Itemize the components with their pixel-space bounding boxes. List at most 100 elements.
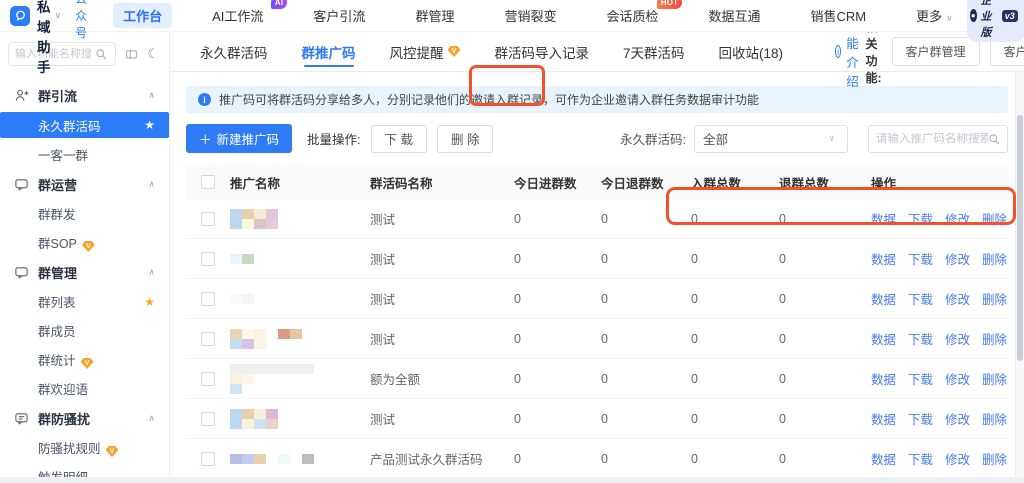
- action-link-下载[interactable]: 下载: [908, 449, 933, 468]
- sidebar-search-input[interactable]: [15, 48, 91, 60]
- sidebar-item[interactable]: 群群发: [0, 199, 169, 228]
- collapse-panel-icon[interactable]: [125, 48, 138, 61]
- action-link-删除[interactable]: 删除: [982, 249, 1007, 268]
- action-link-数据[interactable]: 数据: [871, 329, 896, 348]
- sidebar-item[interactable]: 永久群活码★: [0, 112, 169, 138]
- action-link-删除[interactable]: 删除: [982, 329, 1007, 348]
- promo-search-box[interactable]: [868, 125, 1008, 153]
- row-checkbox[interactable]: [201, 332, 215, 346]
- action-link-数据[interactable]: 数据: [871, 209, 896, 228]
- favorite-star-icon[interactable]: ★: [144, 118, 155, 132]
- nav-item[interactable]: 更多∨: [906, 3, 967, 28]
- nav-item[interactable]: 会话质检HOT: [596, 3, 668, 28]
- nav-item-label: 数据互通: [708, 9, 760, 24]
- action-link-下载[interactable]: 下载: [908, 329, 933, 348]
- table-header: 推广名称 群活码名称 今日进群数 今日退群数 入群总数 退群总数 操作: [186, 165, 1008, 199]
- row-checkbox[interactable]: [201, 452, 215, 466]
- favorite-star-icon[interactable]: ★: [144, 295, 155, 309]
- livecode-filter-select[interactable]: 全部 ∨: [694, 125, 848, 153]
- sidebar-item[interactable]: 群成员: [0, 316, 169, 345]
- nav-item-label: 销售CRM: [811, 9, 867, 24]
- action-link-修改[interactable]: 修改: [945, 289, 970, 308]
- vertical-scrollbar-thumb[interactable]: [1017, 115, 1023, 361]
- action-link-删除[interactable]: 删除: [982, 289, 1007, 308]
- sidebar-search[interactable]: [8, 42, 116, 66]
- nav-item[interactable]: 数据互通: [698, 3, 770, 28]
- nav-item[interactable]: 销售CRM: [801, 3, 877, 28]
- action-link-修改[interactable]: 修改: [945, 209, 970, 228]
- mosaic-block: [278, 329, 290, 339]
- action-link-修改[interactable]: 修改: [945, 249, 970, 268]
- nav-item[interactable]: 营销裂变: [494, 3, 566, 28]
- row-checkbox[interactable]: [201, 212, 215, 226]
- tab-label: 7天群活码: [623, 42, 685, 62]
- delete-button[interactable]: 删 除: [437, 125, 493, 153]
- action-link-下载[interactable]: 下载: [908, 369, 933, 388]
- sidebar-section-header[interactable]: 群运营∧: [0, 169, 169, 199]
- nav-item-label: 工作台: [123, 9, 162, 24]
- app-window: 芝麻私域助手 ∨ 公众号 工作台AI工作流AI客户引流群管理营销裂变会话质检HO…: [0, 0, 1024, 483]
- action-link-数据[interactable]: 数据: [871, 289, 896, 308]
- tab-item[interactable]: 7天群活码: [623, 32, 685, 72]
- mosaic-block: [290, 329, 302, 339]
- action-link-下载[interactable]: 下载: [908, 249, 933, 268]
- nav-item[interactable]: 客户引流: [303, 3, 375, 28]
- create-promo-code-button[interactable]: ＋ 新建推广码: [186, 124, 292, 153]
- sidebar-section-header[interactable]: 群引流∧: [0, 80, 169, 110]
- sidebar-item[interactable]: 防骚扰规则V: [0, 433, 169, 462]
- dark-mode-icon[interactable]: ☾: [147, 46, 159, 62]
- sidebar-section-title: 群防骚扰: [38, 409, 148, 428]
- mosaic-block: [254, 419, 266, 429]
- row-checkbox[interactable]: [201, 292, 215, 306]
- action-link-删除[interactable]: 删除: [982, 369, 1007, 388]
- row-checkbox[interactable]: [201, 372, 215, 386]
- action-link-修改[interactable]: 修改: [945, 409, 970, 428]
- action-link-数据[interactable]: 数据: [871, 369, 896, 388]
- action-link-修改[interactable]: 修改: [945, 369, 970, 388]
- sidebar-section-header[interactable]: 群防骚扰∧: [0, 403, 169, 433]
- action-link-删除[interactable]: 删除: [982, 209, 1007, 228]
- channel-link[interactable]: 公众号: [75, 0, 87, 41]
- vip-gem-icon: V: [448, 46, 461, 57]
- action-link-修改[interactable]: 修改: [945, 329, 970, 348]
- mosaic-block: [254, 454, 266, 464]
- tab-item[interactable]: 群活码导入记录: [495, 32, 590, 72]
- action-link-删除[interactable]: 删除: [982, 409, 1007, 428]
- tab-item[interactable]: 风控提醒V: [390, 32, 461, 72]
- action-link-数据[interactable]: 数据: [871, 249, 896, 268]
- action-link-下载[interactable]: 下载: [908, 409, 933, 428]
- nav-item[interactable]: 群管理: [405, 3, 464, 28]
- action-link-下载[interactable]: 下载: [908, 209, 933, 228]
- tab-active[interactable]: 群推广码: [302, 32, 356, 72]
- cell-code-name: 产品测试永久群活码: [370, 449, 508, 468]
- nav-item[interactable]: AI工作流AI: [202, 3, 273, 28]
- hot-badge: HOT: [657, 0, 683, 9]
- action-link-下载[interactable]: 下载: [908, 289, 933, 308]
- action-link-数据[interactable]: 数据: [871, 449, 896, 468]
- row-checkbox[interactable]: [201, 252, 215, 266]
- sidebar-item[interactable]: 一客一群: [0, 140, 169, 169]
- cell-today-quit: 0: [595, 332, 685, 346]
- row-checkbox[interactable]: [201, 412, 215, 426]
- sidebar-item[interactable]: 群欢迎语: [0, 374, 169, 403]
- mosaic-row: [230, 374, 370, 384]
- action-link-修改[interactable]: 修改: [945, 449, 970, 468]
- row-actions: 数据下载修改删除: [871, 249, 1008, 268]
- sidebar-item[interactable]: 群列表★: [0, 287, 169, 316]
- brand-chevron-down-icon[interactable]: ∨: [55, 10, 62, 21]
- main-panel: 永久群活码群推广码风控提醒V群活码导入记录7天群活码回收站(18)i功能介绍相关…: [170, 32, 1024, 483]
- tab-item[interactable]: 永久群活码: [200, 32, 268, 72]
- chat-icon: [14, 177, 29, 192]
- download-button[interactable]: 下 载: [371, 125, 427, 153]
- sidebar-item[interactable]: 群SOPV: [0, 228, 169, 257]
- sidebar-section-header[interactable]: 群管理∧: [0, 257, 169, 287]
- vertical-scrollbar-track[interactable]: [1015, 72, 1024, 477]
- sidebar-item[interactable]: 群统计V: [0, 345, 169, 374]
- promo-search-input[interactable]: [876, 133, 988, 145]
- action-link-删除[interactable]: 删除: [982, 449, 1007, 468]
- select-all-checkbox[interactable]: [201, 175, 215, 189]
- tab-item[interactable]: 回收站(18): [719, 32, 784, 72]
- cell-total-quit: 0: [773, 292, 871, 306]
- nav-item[interactable]: 工作台: [113, 3, 172, 28]
- action-link-数据[interactable]: 数据: [871, 409, 896, 428]
